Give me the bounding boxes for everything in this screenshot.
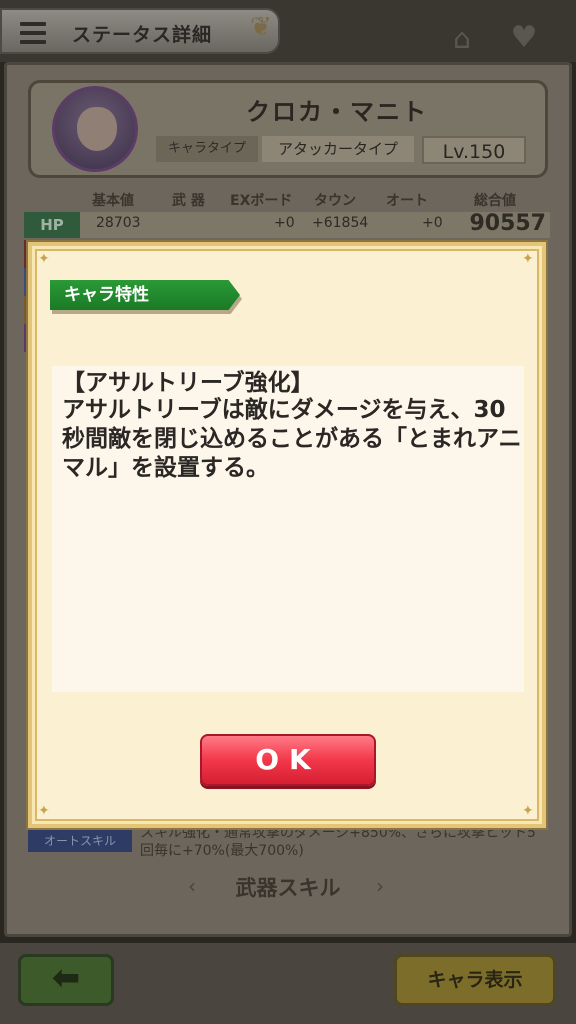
character-name: クロカ・マニト xyxy=(246,98,428,126)
back-button[interactable]: ⬅ xyxy=(18,954,114,1006)
page-title: ステータス詳細 xyxy=(72,24,213,46)
auto-skill-description: スキル強化・通常攻撃のダメージ+850%、さらに攻撃ヒット5回毎に+70%(最大… xyxy=(140,825,536,859)
stat-header-town: タウン xyxy=(314,193,356,209)
hp-town: +61854 xyxy=(312,215,369,231)
arrow-left-icon: ⬅ xyxy=(51,958,81,998)
hp-row: HP 28703 +0 +61854 +0 90557 xyxy=(24,211,550,238)
corner-ornament-icon: ✦ xyxy=(522,803,534,819)
corner-ornament-icon: ✦ xyxy=(38,803,50,819)
chara-type-label: キャラタイプ xyxy=(156,136,258,162)
auto-skill-tag: オートスキル xyxy=(28,830,132,852)
ok-button[interactable]: OK xyxy=(200,734,376,786)
menu-icon[interactable] xyxy=(20,22,46,44)
weapon-skill-title: 武器スキル xyxy=(235,876,341,900)
weapon-skill-next-icon[interactable]: › xyxy=(376,874,384,898)
trait-title: 【アサルトリーブ強化】 xyxy=(62,370,314,396)
home-icon[interactable]: ⌂ xyxy=(444,22,480,58)
level-badge: Lv.150 xyxy=(422,136,526,164)
trait-body: アサルトリーブは敵にダメージを与え、30秒間敵を閉じ込めることがある「とまれアニ… xyxy=(62,397,522,481)
hp-total: 90557 xyxy=(469,211,546,236)
header: ステータス詳細 ❦ ⌂ ♥ xyxy=(0,0,576,62)
screen: ステータス詳細 ❦ ⌂ ♥ クロカ・マニト キャラタイプ アタッカータイプ Lv… xyxy=(0,0,576,1024)
stat-header-exboard: EXボード xyxy=(230,193,293,209)
stat-headers: 基本値 武 器 EXボード タウン オート 総合値 xyxy=(24,190,550,210)
corner-ornament-icon: ✦ xyxy=(522,251,534,267)
hp-label: HP xyxy=(24,212,80,238)
hp-auto: +0 xyxy=(422,215,443,231)
corner-ornament-icon: ✦ xyxy=(38,251,50,267)
trait-tag: キャラ特性 xyxy=(50,280,240,310)
ornament-icon: ❦ xyxy=(250,12,272,42)
chara-type-value: アタッカータイプ xyxy=(262,136,414,162)
title-banner: ステータス詳細 xyxy=(0,8,280,54)
stat-header-total: 総合値 xyxy=(474,193,516,209)
stat-header-base: 基本値 xyxy=(92,193,134,209)
chara-view-button[interactable]: キャラ表示 xyxy=(394,954,556,1006)
stat-header-weapon: 武 器 xyxy=(172,193,205,209)
auto-skill-row: オートスキル スキル強化・通常攻撃のダメージ+850%、さらに攻撃ヒット5回毎に… xyxy=(24,824,550,860)
avatar xyxy=(52,86,138,172)
stat-header-auto: オート xyxy=(386,193,428,209)
heart-icon[interactable]: ♥ xyxy=(506,20,542,56)
hp-base: 28703 xyxy=(96,215,141,231)
hp-exboard: +0 xyxy=(274,215,295,231)
